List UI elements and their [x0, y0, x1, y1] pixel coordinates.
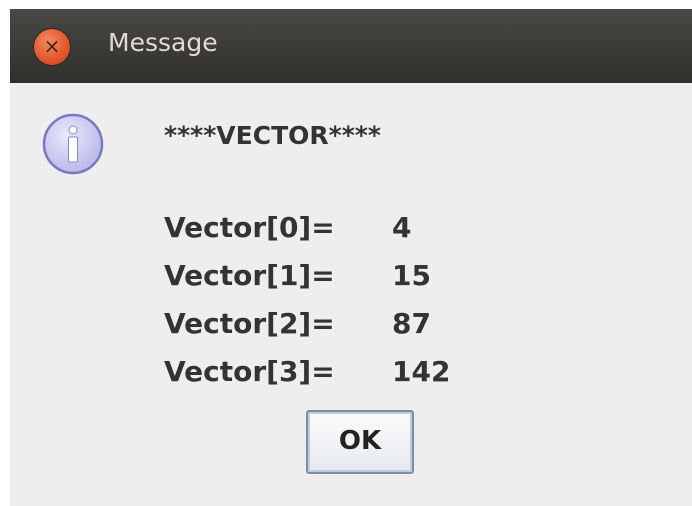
- dialog-content: ****VECTOR**** Vector[0]= 4 Vector[1]= 15 …: [10, 83, 692, 506]
- title-bar[interactable]: × Message: [10, 9, 692, 83]
- message-dialog: × Message ****VECTOR**** Vector[0]= 4 Vec…: [10, 9, 692, 506]
- close-button[interactable]: ×: [34, 29, 70, 65]
- close-icon: ×: [43, 34, 61, 58]
- ok-button[interactable]: OK: [306, 410, 414, 474]
- vector-label: Vector[2]=: [164, 307, 335, 340]
- vector-value: 87: [392, 307, 431, 340]
- background-edge: [0, 0, 10, 506]
- vector-label: Vector[3]=: [164, 355, 335, 388]
- info-icon: [42, 113, 104, 175]
- window-title: Message: [108, 28, 218, 57]
- vector-value: 142: [392, 355, 451, 388]
- vector-row: Vector[2]= 87: [164, 307, 431, 340]
- vector-label: Vector[1]=: [164, 259, 335, 292]
- vector-row: Vector[3]= 142: [164, 355, 450, 388]
- vector-row: Vector[0]= 4: [164, 211, 411, 244]
- message-header: ****VECTOR****: [164, 121, 381, 150]
- vector-value: 15: [392, 259, 431, 292]
- vector-row: Vector[1]= 15: [164, 259, 431, 292]
- vector-label: Vector[0]=: [164, 211, 335, 244]
- vector-value: 4: [392, 211, 412, 244]
